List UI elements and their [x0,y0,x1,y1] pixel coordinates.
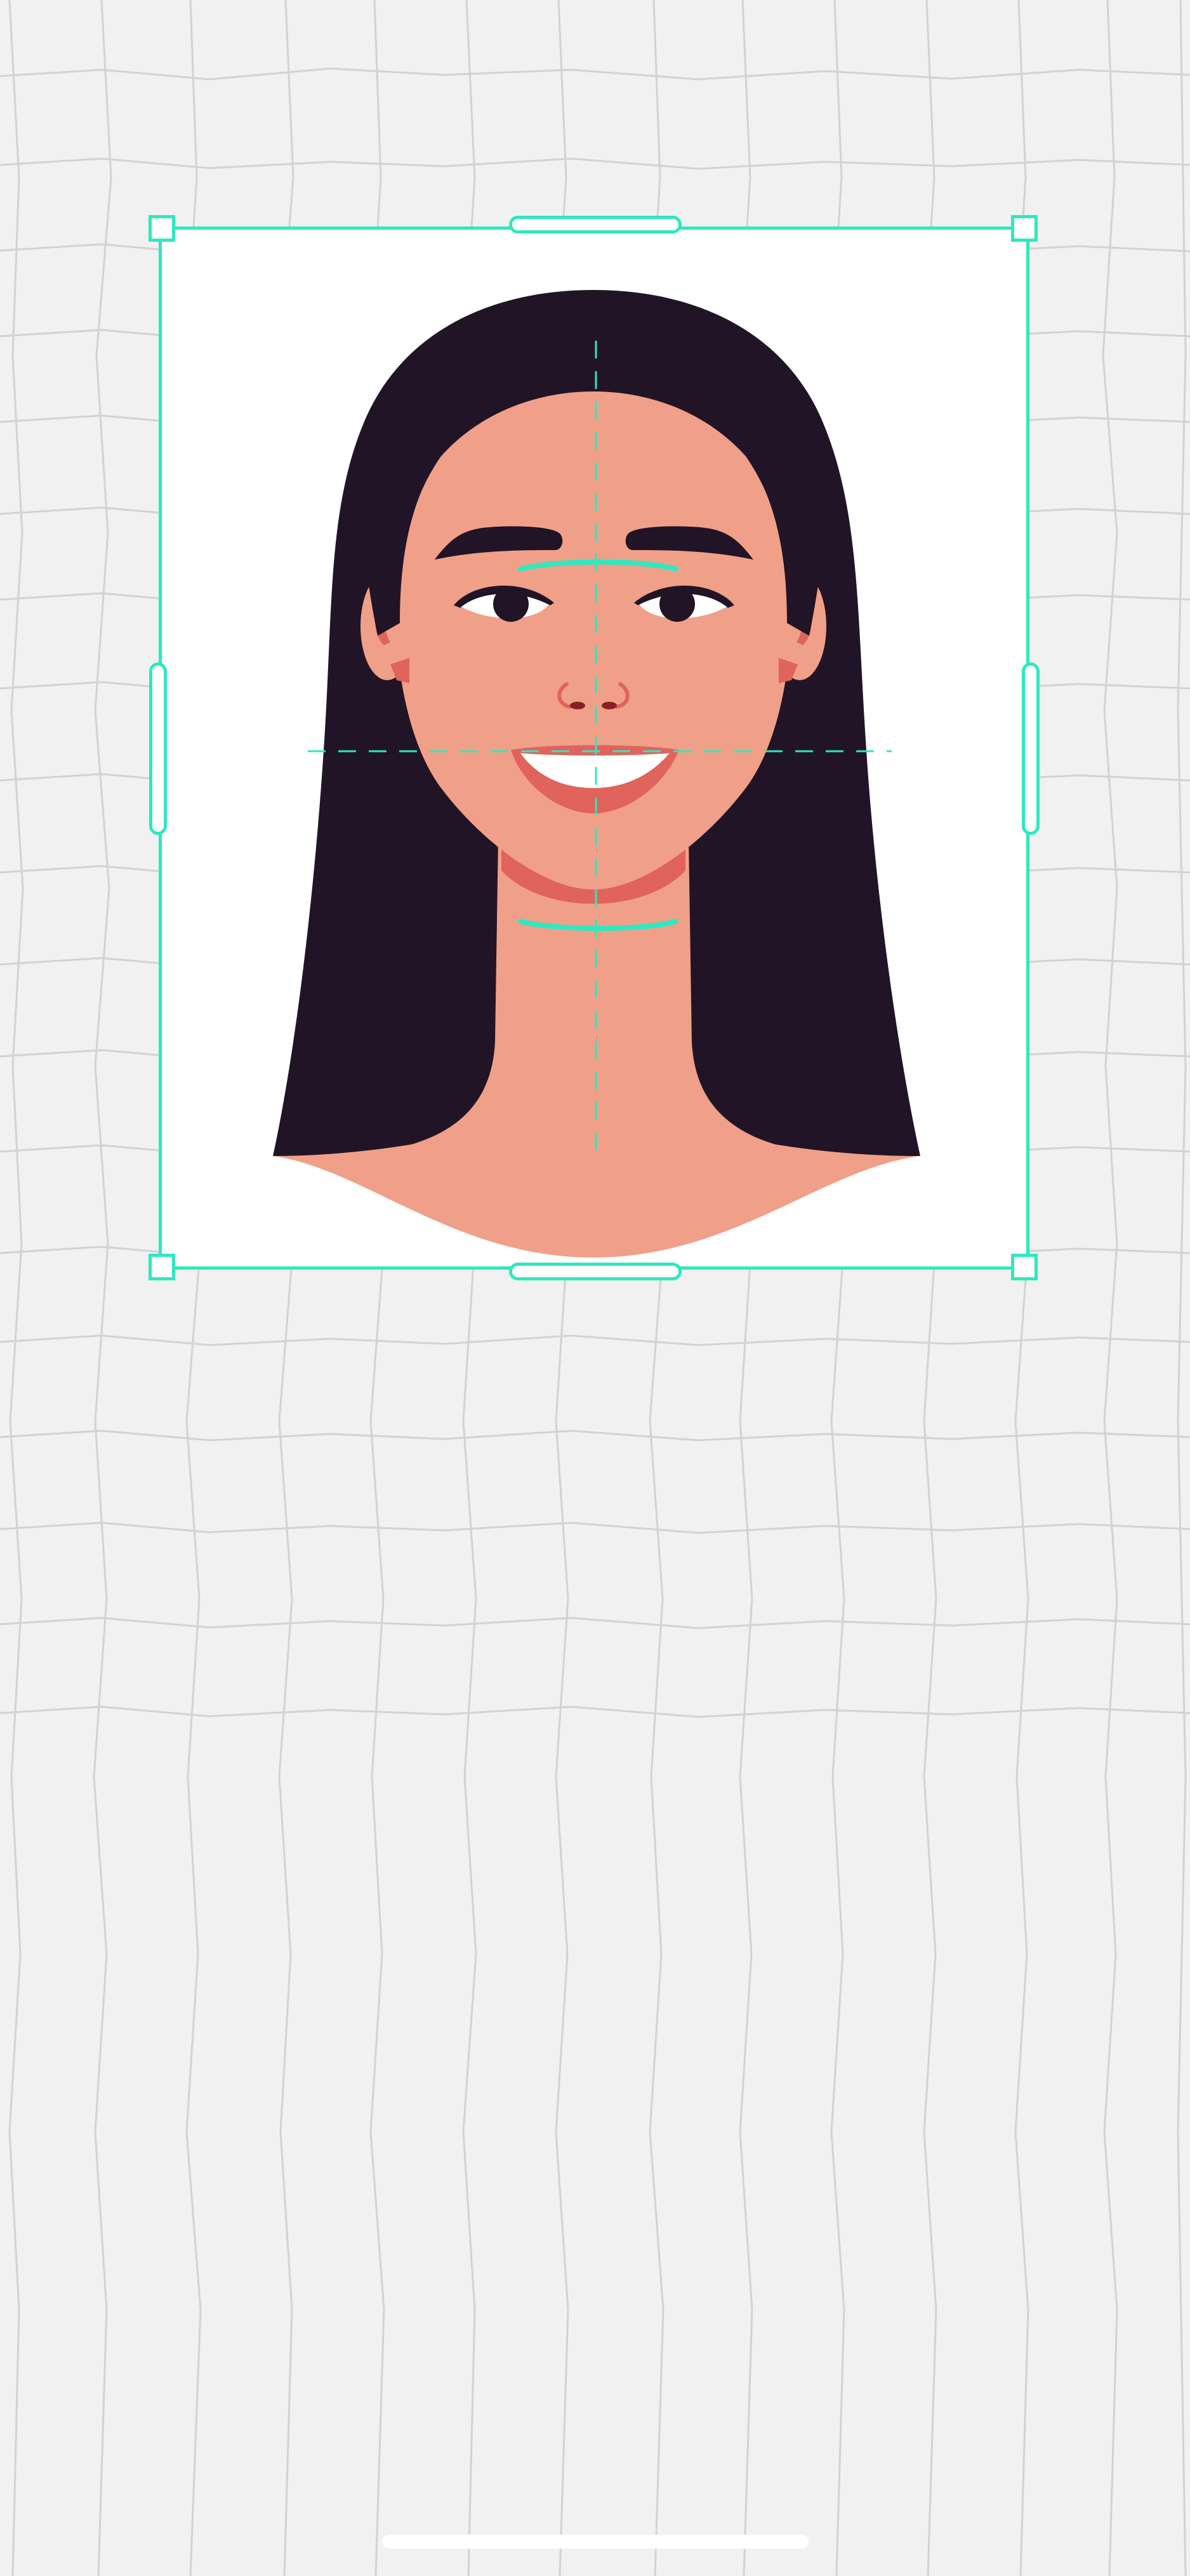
crop-frame[interactable] [159,227,1029,1270]
bottom-edge-handle[interactable] [509,1263,682,1280]
bottom-left-corner-handle[interactable] [149,1254,175,1280]
home-indicator[interactable] [382,2535,809,2549]
bottom-right-corner-handle[interactable] [1011,1254,1038,1280]
left-edge-handle[interactable] [149,662,167,835]
top-edge-handle[interactable] [509,216,682,233]
top-left-corner-handle[interactable] [149,215,175,242]
top-right-corner-handle[interactable] [1011,215,1038,242]
portrait-illustration [162,290,1026,1266]
right-edge-handle[interactable] [1022,662,1040,835]
